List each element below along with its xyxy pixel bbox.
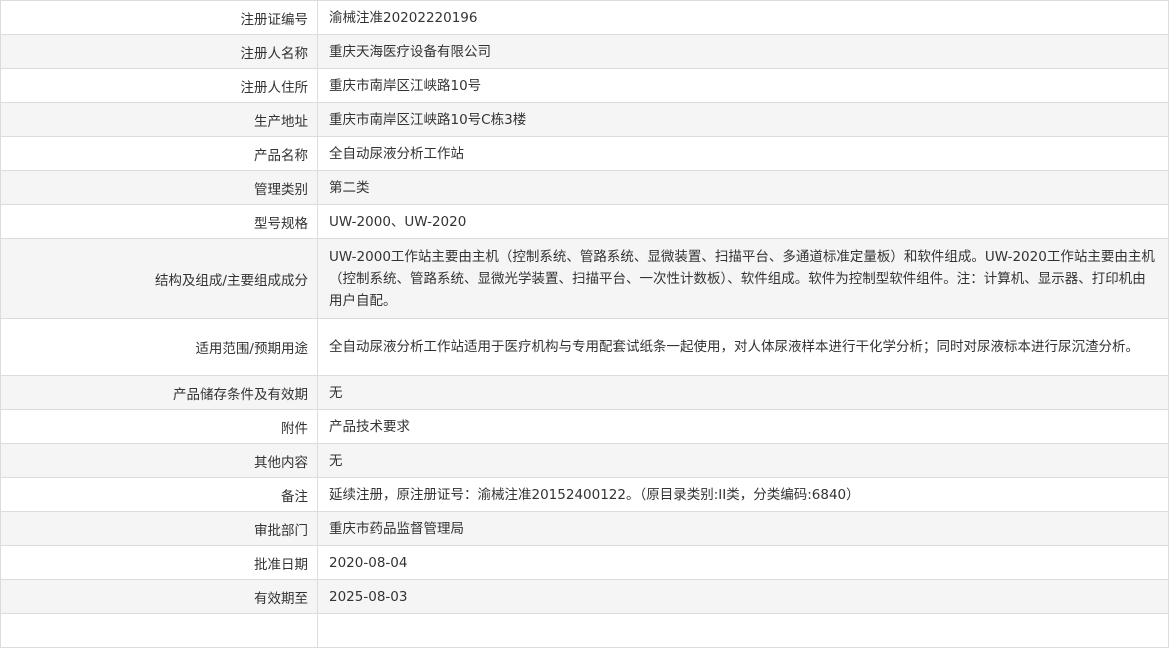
field-label: 其他内容 — [0, 443, 318, 478]
field-value: 延续注册，原注册证号：渝械注准20152400122。（原目录类别:II类，分类… — [317, 477, 1169, 512]
table-row: 型号规格 UW-2000、UW-2020 — [0, 204, 1169, 239]
field-label: 审批部门 — [0, 511, 318, 546]
table-row: 有效期至 2025-08-03 — [0, 579, 1169, 614]
table-row — [0, 613, 1169, 648]
field-value: 重庆市南岸区江峡路10号 — [317, 68, 1169, 103]
field-value: 第二类 — [317, 170, 1169, 205]
field-label: 附件 — [0, 409, 318, 444]
field-value: 无 — [317, 375, 1169, 410]
field-label — [0, 613, 318, 648]
field-label: 适用范围/预期用途 — [0, 318, 318, 376]
field-label: 备注 — [0, 477, 318, 512]
table-row: 结构及组成/主要组成成分 UW-2000工作站主要由主机（控制系统、管路系统、显… — [0, 238, 1169, 319]
field-value: 重庆市南岸区江峡路10号C栋3楼 — [317, 102, 1169, 137]
field-label: 产品储存条件及有效期 — [0, 375, 318, 410]
field-value: 重庆市药品监督管理局 — [317, 511, 1169, 546]
field-label: 注册人住所 — [0, 68, 318, 103]
field-label: 注册证编号 — [0, 0, 318, 35]
field-label: 型号规格 — [0, 204, 318, 239]
field-value: 2020-08-04 — [317, 545, 1169, 580]
field-label: 管理类别 — [0, 170, 318, 205]
field-label: 注册人名称 — [0, 34, 318, 69]
table-row: 其他内容 无 — [0, 443, 1169, 478]
table-row: 注册人名称 重庆天海医疗设备有限公司 — [0, 34, 1169, 69]
field-value: 重庆天海医疗设备有限公司 — [317, 34, 1169, 69]
table-row: 附件 产品技术要求 — [0, 409, 1169, 444]
field-label: 批准日期 — [0, 545, 318, 580]
field-value: 渝械注准20202220196 — [317, 0, 1169, 35]
field-value — [317, 613, 1169, 648]
field-value: 全自动尿液分析工作站适用于医疗机构与专用配套试纸条一起使用，对人体尿液样本进行干… — [317, 318, 1169, 376]
field-label: 生产地址 — [0, 102, 318, 137]
table-row: 注册证编号 渝械注准20202220196 — [0, 0, 1169, 35]
table-row: 产品储存条件及有效期 无 — [0, 375, 1169, 410]
table-row: 管理类别 第二类 — [0, 170, 1169, 205]
table-row: 审批部门 重庆市药品监督管理局 — [0, 511, 1169, 546]
field-value: UW-2000工作站主要由主机（控制系统、管路系统、显微装置、扫描平台、多通道标… — [317, 238, 1169, 319]
field-label: 结构及组成/主要组成成分 — [0, 238, 318, 319]
table-row: 适用范围/预期用途 全自动尿液分析工作站适用于医疗机构与专用配套试纸条一起使用，… — [0, 318, 1169, 376]
field-label: 产品名称 — [0, 136, 318, 171]
table-row: 产品名称 全自动尿液分析工作站 — [0, 136, 1169, 171]
field-label: 有效期至 — [0, 579, 318, 614]
table-row: 生产地址 重庆市南岸区江峡路10号C栋3楼 — [0, 102, 1169, 137]
field-value: 全自动尿液分析工作站 — [317, 136, 1169, 171]
registration-detail-table: 注册证编号 渝械注准20202220196 注册人名称 重庆天海医疗设备有限公司… — [0, 0, 1169, 648]
table-row: 备注 延续注册，原注册证号：渝械注准20152400122。（原目录类别:II类… — [0, 477, 1169, 512]
field-value: UW-2000、UW-2020 — [317, 204, 1169, 239]
field-value: 无 — [317, 443, 1169, 478]
table-row: 注册人住所 重庆市南岸区江峡路10号 — [0, 68, 1169, 103]
table-row: 批准日期 2020-08-04 — [0, 545, 1169, 580]
field-value: 产品技术要求 — [317, 409, 1169, 444]
field-value: 2025-08-03 — [317, 579, 1169, 614]
